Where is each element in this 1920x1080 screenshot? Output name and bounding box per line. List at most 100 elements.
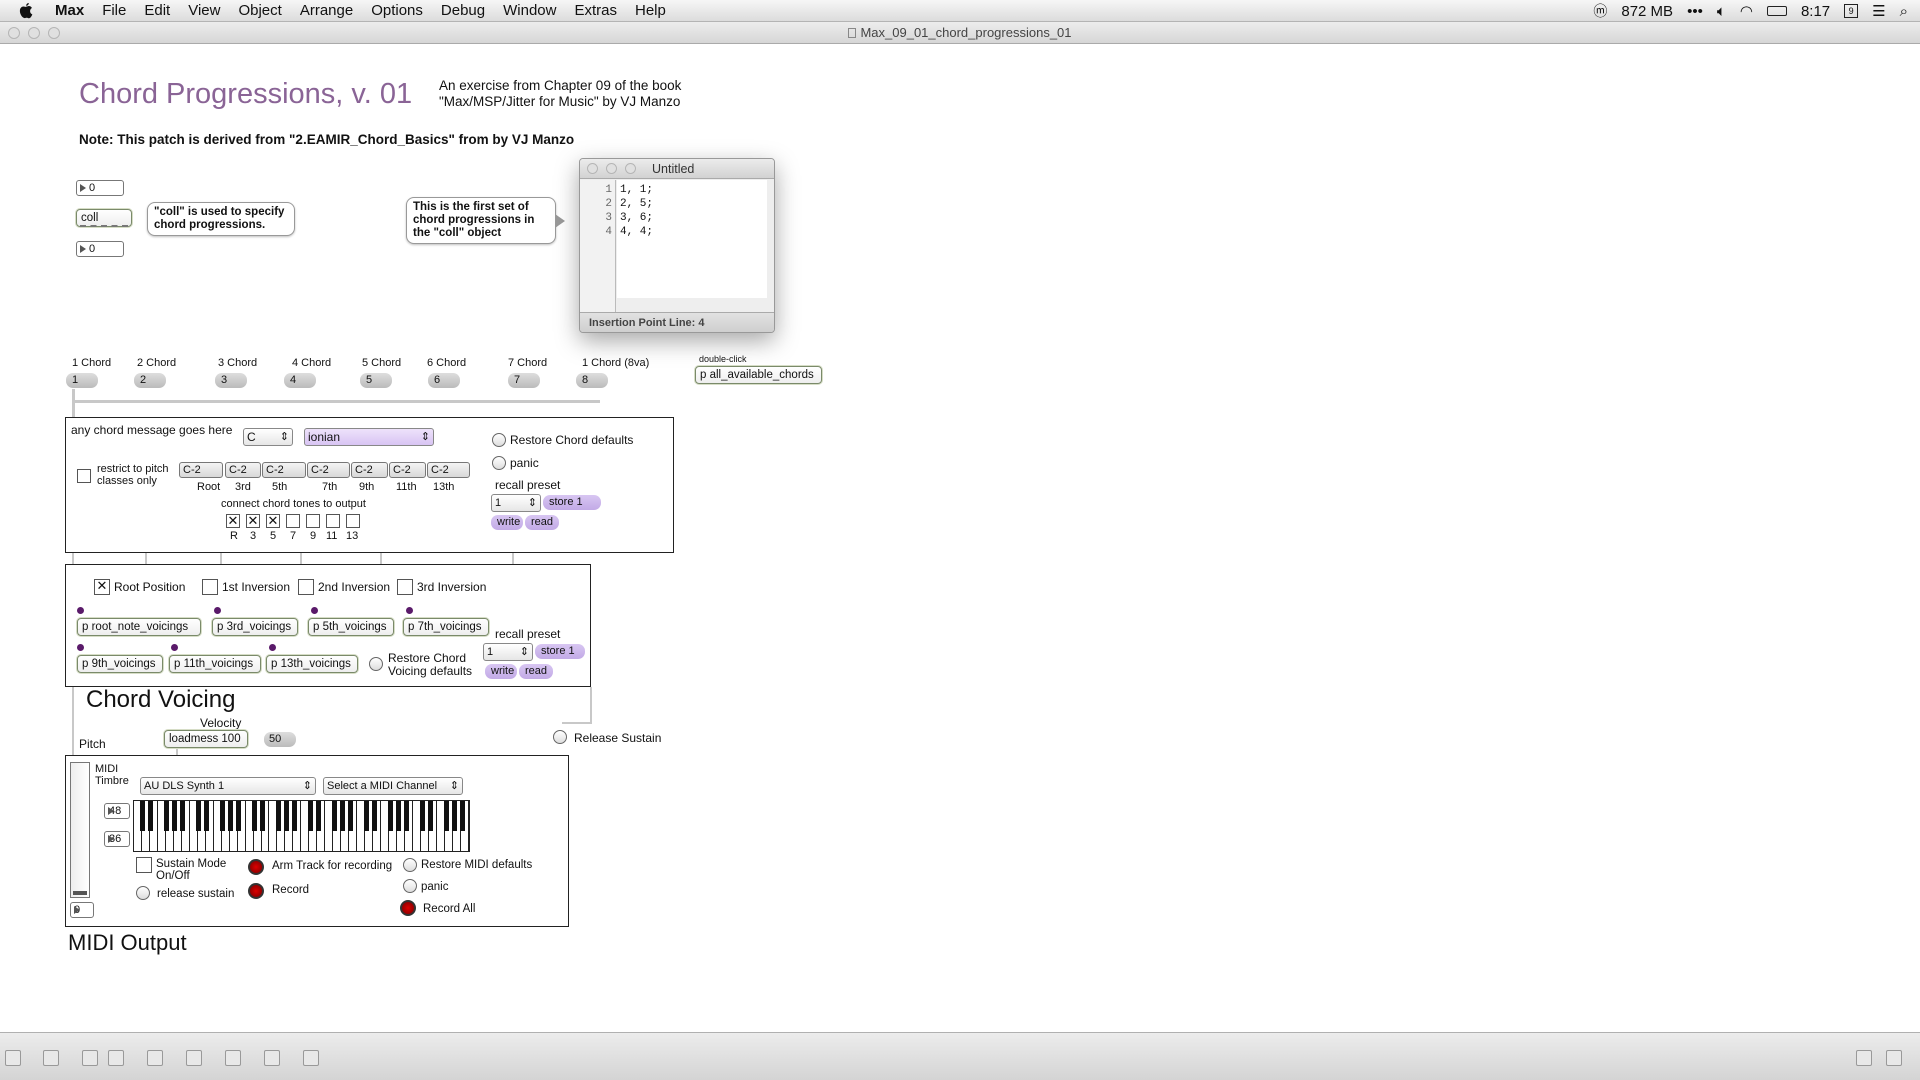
restrict-pitch-classes-checkbox[interactable] (77, 469, 91, 483)
chord-note-7th[interactable]: C-2 (307, 462, 350, 478)
release-sustain-small-button[interactable] (136, 886, 150, 900)
menu-edit[interactable]: Edit (135, 0, 179, 22)
menu-arrange[interactable]: Arrange (291, 0, 362, 22)
slider-thumb[interactable] (73, 891, 87, 895)
velocity-slider[interactable] (70, 762, 90, 898)
black-key[interactable] (348, 801, 354, 831)
clue-icon[interactable] (225, 1050, 241, 1066)
chord-write-button[interactable]: write (491, 515, 523, 530)
tone-3-checkbox[interactable]: ✕ (246, 514, 260, 528)
wifi-icon[interactable]: ◠ (1740, 2, 1753, 20)
black-key[interactable] (179, 801, 185, 831)
chord-button-3[interactable]: 3 (215, 373, 247, 388)
black-key[interactable] (291, 801, 297, 831)
mode-menu[interactable]: ionian (304, 428, 434, 446)
chord-button-7[interactable]: 7 (508, 373, 540, 388)
grid-icon[interactable] (264, 1050, 280, 1066)
black-key[interactable] (428, 801, 434, 831)
menu-app-max[interactable]: Max (46, 0, 93, 22)
minimize-window-icon[interactable] (28, 27, 40, 39)
black-key[interactable] (372, 801, 378, 831)
chord-note-root[interactable]: C-2 (179, 462, 223, 478)
black-key[interactable] (251, 801, 257, 831)
ninth-voicings-subpatch[interactable]: p 9th_voicings (77, 655, 163, 673)
chord-button-4[interactable]: 4 (284, 373, 316, 388)
voicing-preset-number[interactable]: 1 (483, 643, 533, 661)
seventh-voicings-subpatch[interactable]: p 7th_voicings (403, 618, 489, 636)
black-key[interactable] (275, 801, 281, 831)
grid-snap-icon[interactable] (82, 1050, 98, 1066)
volume-icon[interactable]: 🔈︎ (1717, 3, 1726, 20)
black-key[interactable] (308, 801, 314, 831)
tone-13-checkbox[interactable] (346, 514, 360, 528)
split-view-icon[interactable] (1856, 1050, 1872, 1066)
eleventh-voicings-subpatch[interactable]: p 11th_voicings (169, 655, 261, 673)
chord-preset-number[interactable]: 1 (491, 494, 541, 512)
black-key[interactable] (163, 801, 169, 831)
chord-read-button[interactable]: read (525, 515, 559, 530)
chord-panic-button[interactable] (492, 456, 506, 470)
tone-7-checkbox[interactable] (286, 514, 300, 528)
midi-channel-menu[interactable]: Select a MIDI Channel (323, 777, 463, 795)
black-key[interactable] (404, 801, 410, 831)
presentation-icon[interactable] (43, 1050, 59, 1066)
close-window-icon[interactable] (8, 27, 20, 39)
menu-window[interactable]: Window (494, 0, 565, 22)
more-icon[interactable]: ••• (1687, 3, 1703, 20)
black-key[interactable] (227, 801, 233, 831)
black-key[interactable] (235, 801, 241, 831)
menu-debug[interactable]: Debug (432, 0, 494, 22)
first-inversion-checkbox[interactable] (202, 579, 218, 595)
number-box-index[interactable]: 0 (76, 180, 124, 196)
chord-note-3rd[interactable]: C-2 (225, 462, 261, 478)
arm-track-button[interactable] (248, 859, 264, 875)
root-note-menu[interactable]: C (243, 428, 293, 446)
black-key[interactable] (139, 801, 145, 831)
menu-extras[interactable]: Extras (565, 0, 626, 22)
black-key[interactable] (316, 801, 322, 831)
voicing-store-button[interactable]: store 1 (535, 644, 585, 659)
release-sustain-button[interactable] (553, 730, 567, 744)
list-icon[interactable]: ☰ (1872, 2, 1885, 20)
black-key[interactable] (460, 801, 466, 831)
menu-file[interactable]: File (93, 0, 135, 22)
black-key[interactable] (396, 801, 402, 831)
black-key[interactable] (259, 801, 265, 831)
restore-midi-defaults-button[interactable] (403, 858, 417, 872)
voicing-write-button[interactable]: write (485, 664, 517, 679)
voicing-read-button[interactable]: read (519, 664, 553, 679)
zoom-window-icon[interactable] (48, 27, 60, 39)
fifth-voicings-subpatch[interactable]: p 5th_voicings (308, 618, 394, 636)
second-inversion-checkbox[interactable] (298, 579, 314, 595)
sustain-mode-checkbox[interactable] (136, 857, 152, 873)
chord-note-9th[interactable]: C-2 (351, 462, 388, 478)
slider-number-box[interactable]: 0 (70, 902, 94, 918)
battery-icon[interactable] (1766, 6, 1787, 16)
black-key[interactable] (340, 801, 346, 831)
chord-button-2[interactable]: 2 (134, 373, 166, 388)
black-key[interactable] (452, 801, 458, 831)
comment-icon[interactable] (147, 1050, 163, 1066)
black-key[interactable] (283, 801, 289, 831)
menu-object[interactable]: Object (229, 0, 290, 22)
third-inversion-checkbox[interactable] (397, 579, 413, 595)
chord-note-5th[interactable]: C-2 (262, 462, 306, 478)
number-box-output[interactable]: 0 (76, 241, 124, 257)
menu-view[interactable]: View (179, 0, 229, 22)
root-note-voicings-subpatch[interactable]: p root_note_voicings (77, 618, 201, 636)
menu-help[interactable]: Help (626, 0, 675, 22)
keyboard-low-number[interactable]: 36 (104, 831, 130, 847)
debug-icon[interactable] (303, 1050, 319, 1066)
chord-button-5[interactable]: 5 (360, 373, 392, 388)
record-button[interactable] (248, 883, 264, 899)
black-key[interactable] (219, 801, 225, 831)
chord-store-button[interactable]: store 1 (543, 495, 601, 510)
restore-chord-defaults-button[interactable] (492, 433, 506, 447)
calendar-icon[interactable]: 9 (1844, 4, 1859, 18)
editor-text-area[interactable]: 1, 1; 2, 5; 3, 6; 4, 4; (617, 180, 767, 298)
piano-keyboard[interactable] (133, 800, 470, 852)
synth-menu[interactable]: AU DLS Synth 1 (140, 777, 316, 795)
all-available-chords-subpatch[interactable]: p all_available_chords (695, 366, 822, 384)
editor-zoom-icon[interactable] (625, 163, 636, 174)
chord-note-11th[interactable]: C-2 (389, 462, 426, 478)
